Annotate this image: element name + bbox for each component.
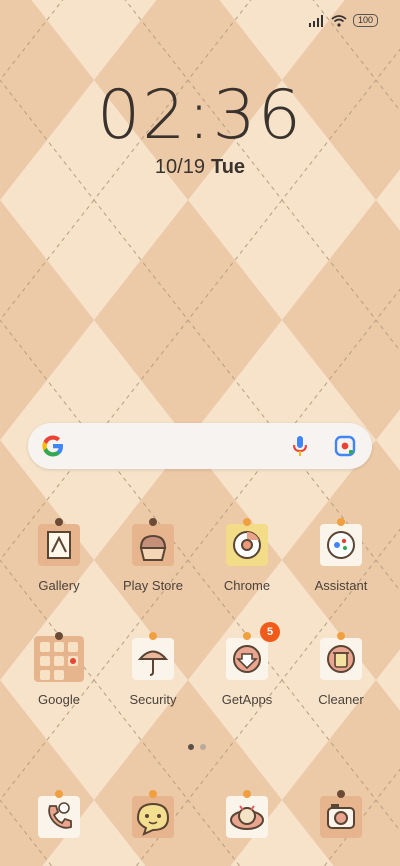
- app-label: Google: [38, 692, 80, 707]
- app-cleaner[interactable]: Cleaner: [296, 632, 386, 707]
- mic-icon[interactable]: [292, 435, 308, 457]
- app-chrome[interactable]: Chrome: [202, 518, 292, 593]
- app-security[interactable]: Security: [108, 632, 198, 707]
- app-label: Security: [129, 692, 177, 707]
- app-play-store[interactable]: Play Store: [108, 518, 198, 593]
- lens-icon[interactable]: [334, 435, 356, 457]
- page-dot: [200, 744, 206, 750]
- phone-icon: [38, 790, 80, 838]
- dock-phone[interactable]: [14, 790, 104, 844]
- notification-badge: 5: [260, 622, 280, 642]
- camera-icon: [320, 790, 362, 838]
- app-label: Gallery: [38, 578, 80, 593]
- dock-camera[interactable]: [296, 790, 386, 844]
- wifi-icon: [331, 14, 347, 27]
- dock-browser[interactable]: [202, 790, 292, 844]
- app-label: Cleaner: [318, 692, 364, 707]
- status-bar: 100: [308, 14, 378, 27]
- page-dot-active: [188, 744, 194, 750]
- date-text: 10/19: [154, 156, 205, 178]
- app-gallery[interactable]: Gallery: [14, 518, 104, 593]
- app-label: GetApps: [221, 692, 273, 707]
- cleaner-icon: [320, 632, 362, 680]
- google-search-bar[interactable]: [28, 423, 372, 469]
- dock-messages[interactable]: [108, 790, 198, 844]
- google-g-icon: [42, 435, 63, 457]
- google-folder-icon: [34, 632, 84, 682]
- app-getapps[interactable]: 5 GetApps: [202, 622, 292, 707]
- clock-date[interactable]: 10/19 Tue: [0, 156, 400, 179]
- play-store-icon: [132, 518, 174, 566]
- app-label: Play Store: [123, 578, 183, 593]
- browser-icon: [226, 790, 268, 838]
- page-indicator: [188, 744, 206, 750]
- app-label: Chrome: [223, 578, 271, 593]
- battery-indicator: 100: [352, 14, 378, 27]
- messages-icon: [132, 790, 174, 838]
- security-icon: [132, 632, 174, 680]
- app-label: Assistant: [314, 578, 368, 593]
- signal-icon: [308, 14, 323, 27]
- assistant-icon: [320, 518, 362, 566]
- gallery-icon: [38, 518, 80, 566]
- weekday-text: Tue: [210, 156, 246, 178]
- clock-time[interactable]: 02:36: [0, 76, 400, 155]
- chrome-icon: [226, 518, 268, 566]
- app-google-folder[interactable]: Google: [14, 632, 104, 707]
- app-assistant[interactable]: Assistant: [296, 518, 386, 593]
